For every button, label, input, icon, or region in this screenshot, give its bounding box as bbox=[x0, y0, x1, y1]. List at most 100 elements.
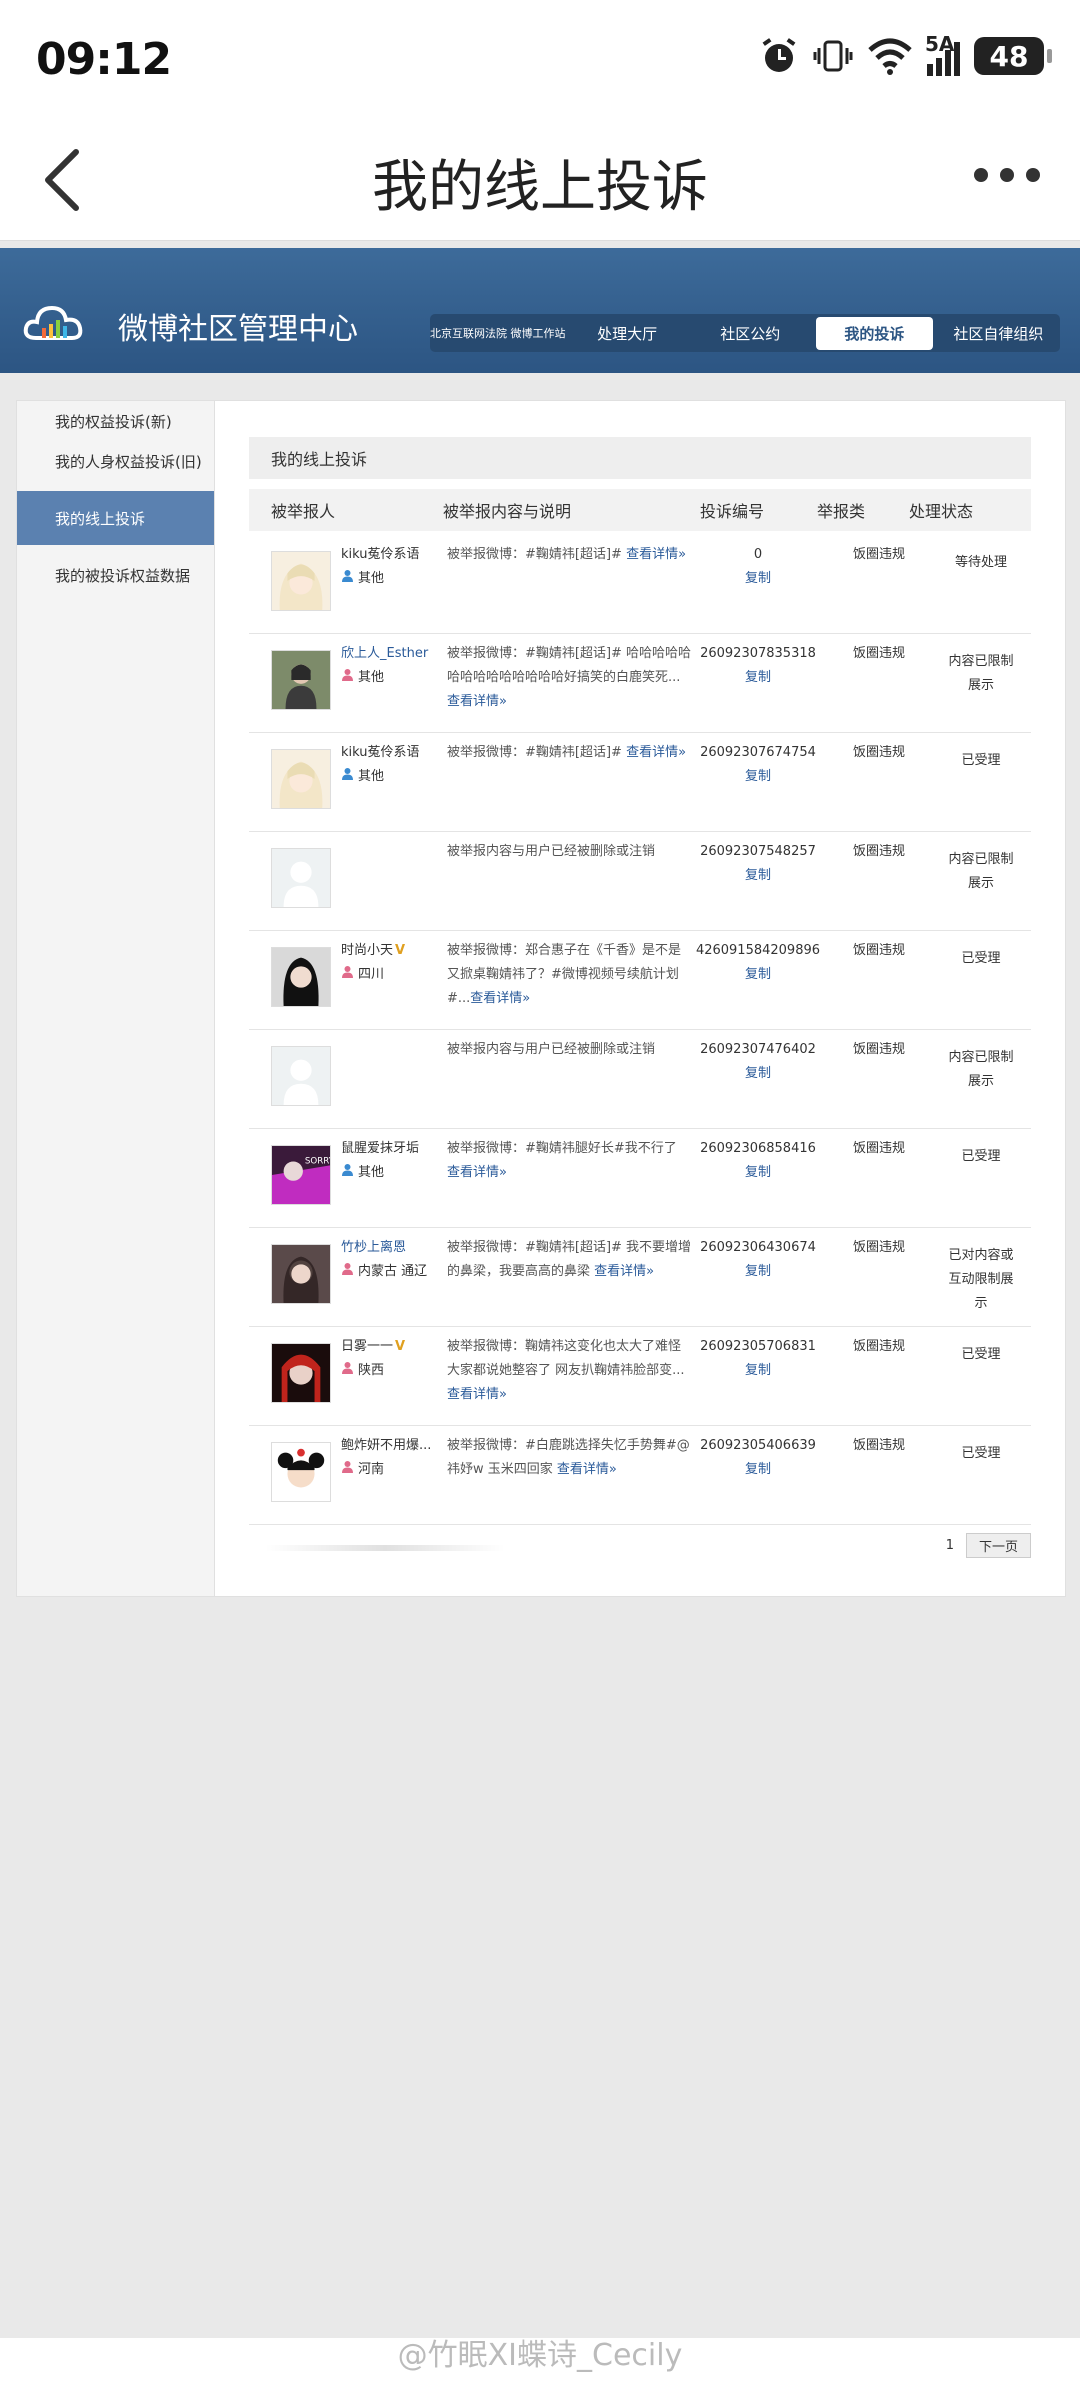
complaint-id: 26092305706831 复制 bbox=[689, 1335, 827, 1383]
view-details-link[interactable]: 查看详情» bbox=[447, 1387, 507, 1402]
copy-button[interactable]: 复制 bbox=[689, 1161, 827, 1185]
site-nav-item-2[interactable]: 社区公约 bbox=[689, 323, 812, 344]
sidebar-item-1[interactable]: 我的人身权益投诉(旧) bbox=[17, 441, 215, 481]
reporter-name[interactable]: 日雾一一 V bbox=[341, 1335, 431, 1359]
reporter-location: 河南 bbox=[341, 1458, 431, 1482]
signal-icon: 5A bbox=[925, 32, 960, 76]
reporter-name[interactable]: 鲍炸妍不用爆...V bbox=[341, 1434, 431, 1458]
sidebar-item-2[interactable]: 我的线上投诉 bbox=[17, 491, 215, 545]
site-nav-item-0[interactable]: 北京互联网法院 微博工作站 bbox=[430, 327, 566, 340]
location-text: 其他 bbox=[358, 571, 385, 586]
reporter-name[interactable]: 竹杪上离恩 bbox=[341, 1236, 431, 1260]
reporter-info: 时尚小天 V 四川 bbox=[341, 939, 431, 987]
site-name: 微博社区管理中心 bbox=[118, 312, 358, 347]
reporter-name[interactable]: 欣上人_Esther bbox=[341, 642, 431, 666]
content-text: 被举报微博：#鞠婧祎[超话]# 我不要增增的鼻梁，我要高高的鼻梁 bbox=[447, 1240, 692, 1279]
table-row: kiku菟伶系语 其他 被举报微博：#鞠婧祎[超话]# 查看详情» 0 复制 饭圈违规 等待… bbox=[249, 535, 1031, 634]
content-text: 被举报微博：鞠婧祎这变化也太大了难怪大家都说她整容了 网友扒鞠婧祎脸部变... bbox=[447, 1339, 685, 1378]
reporter-name[interactable]: kiku菟伶系语 bbox=[341, 543, 431, 567]
avatar[interactable] bbox=[271, 947, 331, 1007]
copy-button[interactable]: 复制 bbox=[689, 1359, 827, 1383]
copy-button[interactable]: 复制 bbox=[689, 1062, 827, 1086]
watermark: @竹眠XI蝶诗_Cecily bbox=[397, 2338, 683, 2373]
avatar[interactable] bbox=[271, 1343, 331, 1403]
view-details-link[interactable]: 查看详情» bbox=[447, 694, 507, 709]
avatar[interactable] bbox=[271, 650, 331, 710]
header-reporter: 被举报人 bbox=[271, 502, 336, 521]
content-text: 被举报内容与用户已经被删除或注销 bbox=[447, 844, 656, 859]
table-row: 时尚小天 V 四川 被举报微博：郑合惠子在《千香》是不是又掀桌鞠婧祎了？#微博视频号续… bbox=[249, 931, 1031, 1030]
complaint-id: 26092307548257 复制 bbox=[689, 840, 827, 888]
reporter-info: kiku菟伶系语其他 bbox=[341, 543, 431, 591]
report-type: 饭圈违规 bbox=[852, 1141, 905, 1156]
view-details-link[interactable]: 查看详情» bbox=[594, 1264, 654, 1279]
complaint-id-text: 0 bbox=[753, 547, 763, 562]
reporter-info: 鲍炸妍不用爆...V 河南 bbox=[341, 1434, 431, 1482]
avatar[interactable]: SORRY bbox=[271, 1145, 331, 1205]
complaint-id-text: 26092305706831 bbox=[700, 1339, 816, 1354]
copy-button[interactable]: 复制 bbox=[689, 567, 827, 591]
view-details-link[interactable]: 查看详情» bbox=[557, 1462, 617, 1477]
view-details-link[interactable]: 查看详情» bbox=[626, 547, 686, 562]
status-badge: 已对内容或互动限制展示 bbox=[948, 1248, 1014, 1311]
gender-person-icon bbox=[341, 963, 354, 987]
alarm-icon bbox=[762, 38, 796, 72]
site-nav-item-4[interactable]: 社区自律组织 bbox=[937, 323, 1060, 344]
copy-button[interactable]: 复制 bbox=[689, 1458, 827, 1482]
svg-text:SORRY: SORRY bbox=[305, 1156, 330, 1166]
copy-button[interactable]: 复制 bbox=[689, 963, 827, 987]
header-content: 被举报内容与说明 bbox=[443, 502, 572, 521]
avatar[interactable] bbox=[271, 551, 331, 611]
table-row: 日雾一一 V 陕西 被举报微博：鞠婧祎这变化也太大了难怪大家都说她整容了 网友扒鞠婧祎… bbox=[249, 1327, 1031, 1426]
complaint-content: 被举报微博：#鞠婧祎腿好长#我不行了 查看详情» bbox=[447, 1137, 693, 1185]
network-type: 5A bbox=[925, 32, 955, 56]
avatar[interactable] bbox=[271, 749, 331, 809]
avatar[interactable] bbox=[271, 1244, 331, 1304]
copy-button[interactable]: 复制 bbox=[689, 666, 827, 690]
avatar[interactable] bbox=[271, 1046, 331, 1106]
avatar[interactable] bbox=[271, 1442, 331, 1502]
cloud-logo-icon bbox=[23, 305, 83, 340]
copy-button[interactable]: 复制 bbox=[689, 1260, 827, 1284]
content-text: 被举报微博：#鞠婧祎[超话]# bbox=[447, 547, 627, 562]
view-details-link[interactable]: 查看详情» bbox=[447, 1165, 507, 1180]
complaint-panel: 我的线上投诉 被举报人 被举报内容与说明 投诉编号 举报类 处理状态 kiku菟… bbox=[214, 400, 1066, 1597]
reporter-name[interactable]: 时尚小天 V bbox=[341, 939, 431, 963]
complaint-id: 26092307835318 复制 bbox=[689, 642, 827, 690]
status-badge: 内容已限制展示 bbox=[948, 1050, 1014, 1089]
wifi-icon bbox=[868, 38, 912, 75]
sidebar-item-0[interactable]: 我的权益投诉(新) bbox=[17, 401, 215, 441]
view-details-link[interactable]: 查看详情» bbox=[470, 991, 530, 1006]
reporter-info: 欣上人_Esther 其他 bbox=[341, 642, 431, 690]
header-id: 投诉编号 bbox=[699, 502, 764, 521]
report-type: 饭圈违规 bbox=[852, 646, 905, 661]
complaint-id-text: 26092307674754 bbox=[700, 745, 816, 760]
reporter-info: kiku菟伶系语 其他 bbox=[341, 741, 431, 789]
reporter-name[interactable]: 鼠腥爱抹牙垢 bbox=[341, 1137, 431, 1161]
report-type: 饭圈违规 bbox=[852, 844, 905, 859]
view-details-link[interactable]: 查看详情» bbox=[626, 745, 686, 760]
complaint-content: 被举报微博：鞠婧祎这变化也太大了难怪大家都说她整容了 网友扒鞠婧祎脸部变... 查… bbox=[447, 1335, 693, 1407]
report-type: 饭圈违规 bbox=[852, 943, 905, 958]
site-nav: 北京互联网法院 微博工作站 处理大厅 社区公约 我的投诉 社区自律组织 bbox=[430, 314, 1060, 352]
site-nav-item-3[interactable]: 我的投诉 bbox=[815, 316, 933, 350]
top-nav: 我的线上投诉 bbox=[0, 120, 1080, 241]
page-number[interactable]: 1 bbox=[946, 1538, 954, 1553]
complaint-id: 26092305406639 复制 bbox=[689, 1434, 827, 1482]
next-page-button[interactable]: 下一页 bbox=[965, 1533, 1031, 1558]
complaint-content: 被举报微博：#鞠婧祎[超话]# 查看详情» bbox=[447, 543, 693, 567]
report-type: 饭圈违规 bbox=[852, 1339, 905, 1354]
avatar[interactable] bbox=[271, 848, 331, 908]
copy-button[interactable]: 复制 bbox=[689, 864, 827, 888]
site-nav-item-1[interactable]: 处理大厅 bbox=[565, 323, 688, 344]
reporter-name[interactable]: kiku菟伶系语 bbox=[341, 741, 431, 765]
content-text: 被举报微博：#鞠婧祎腿好长#我不行了 bbox=[447, 1141, 677, 1156]
complaint-content: 被举报内容与用户已经被删除或注销 bbox=[447, 1038, 693, 1062]
complaint-id-text: 26092307835318 bbox=[700, 646, 816, 661]
more-options-icon[interactable] bbox=[974, 168, 1040, 182]
complaint-id: 26092307674754 复制 bbox=[689, 741, 827, 789]
sidebar-item-3[interactable]: 我的被投诉权益数据 bbox=[17, 555, 215, 595]
copy-button[interactable]: 复制 bbox=[689, 765, 827, 789]
reporter-name-text: 日雾一一 bbox=[341, 1339, 394, 1354]
reporter-location: 其他 bbox=[341, 765, 431, 789]
